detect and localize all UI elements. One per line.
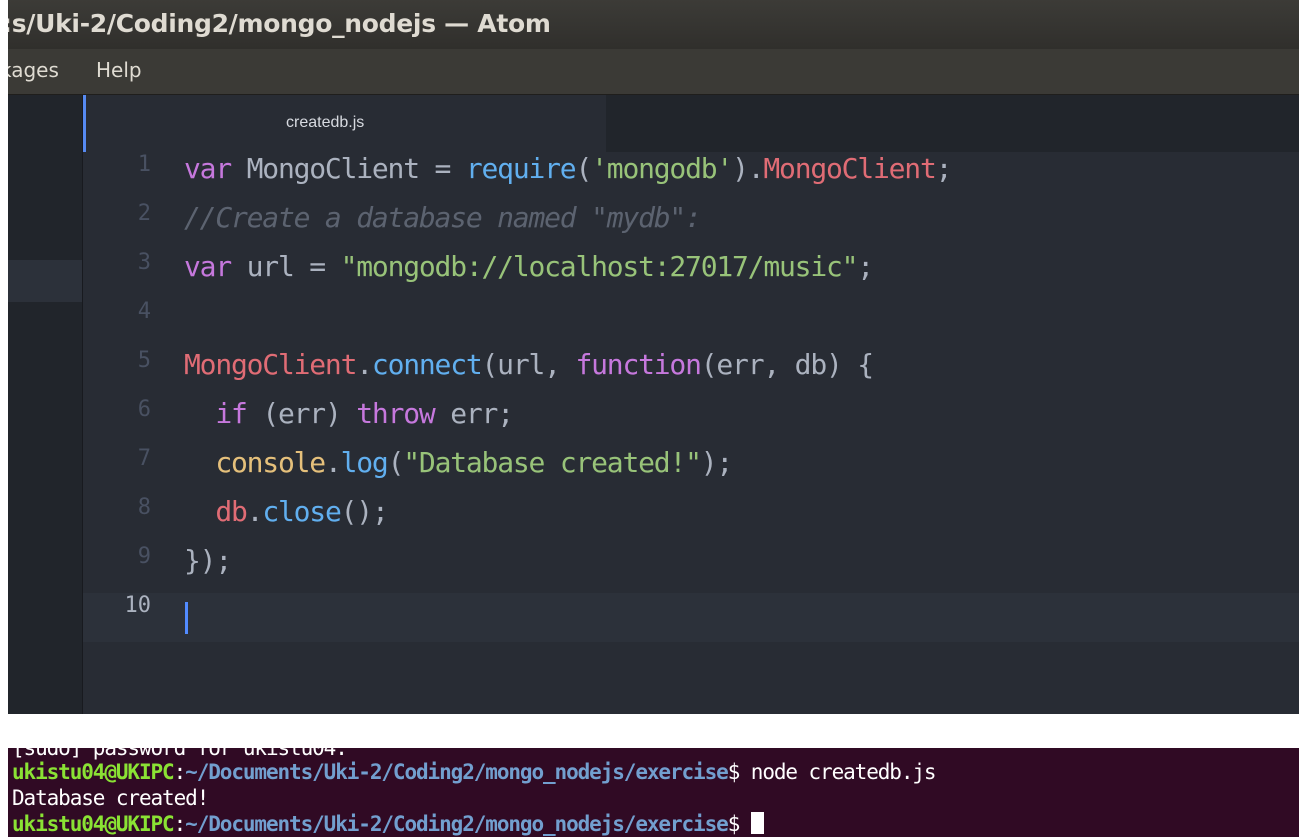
- code-token: connect: [371, 348, 483, 381]
- code-line[interactable]: 10: [83, 593, 1299, 642]
- code-token: "mongodb://localhost:27017/music": [340, 250, 859, 283]
- code-token: var: [184, 152, 232, 185]
- code-token: function: [575, 348, 701, 381]
- line-number: 1: [137, 152, 151, 177]
- terminal[interactable]: [sudo] password for ukistu04: ukistu04@U…: [8, 748, 1299, 837]
- line-number: 8: [137, 495, 151, 520]
- code-text: MongoClient.connect(url, function(err, d…: [184, 348, 874, 397]
- line-number: 4: [137, 299, 151, 324]
- tree-view[interactable]: [8, 95, 83, 714]
- code-token: db: [215, 495, 248, 528]
- code-line[interactable]: 7 console.log("Database created!");: [83, 446, 1299, 495]
- line-number: 2: [137, 201, 151, 226]
- atom-window: :s/Uki-2/Coding2/mongo_nodejs — Atom kag…: [8, 0, 1299, 714]
- code-text: db.close();: [184, 495, 388, 544]
- title-bar: :s/Uki-2/Coding2/mongo_nodejs — Atom: [8, 0, 1299, 49]
- terminal-line-prompt: ukistu04@UKIPC:~/Documents/Uki-2/Coding2…: [12, 812, 764, 836]
- code-token: MongoClient: [763, 152, 936, 185]
- tab-label: createdb.js: [286, 114, 365, 131]
- code-token: (err, db) {: [700, 348, 874, 381]
- code-token: var: [184, 250, 232, 283]
- terminal-command: node createdb.js: [750, 760, 937, 784]
- code-token: MongoClient =: [230, 152, 466, 185]
- code-token: .: [246, 495, 264, 528]
- prompt2-separator: :: [173, 812, 187, 836]
- code-line[interactable]: 2 //Create a database named "mydb":: [83, 201, 1299, 250]
- code-token: 'mongodb': [591, 152, 733, 185]
- code-token: );: [700, 446, 734, 479]
- code-token: .: [356, 348, 373, 381]
- code-editor[interactable]: 1 var MongoClient = require('mongodb').Mo…: [83, 152, 1299, 714]
- code-token: err;: [434, 397, 514, 430]
- terminal-cursor: [750, 812, 764, 834]
- code-text: console.log("Database created!");: [184, 446, 734, 495]
- code-line[interactable]: 3 var url = "mongodb://localhost:27017/mu…: [83, 250, 1299, 299]
- window-title: :s/Uki-2/Coding2/mongo_nodejs — Atom: [8, 9, 551, 38]
- code-text: });: [184, 544, 232, 593]
- code-token: ).: [732, 152, 765, 185]
- code-token: ();: [340, 495, 389, 528]
- code-token: (: [575, 152, 592, 185]
- prompt-dollar: $: [727, 760, 751, 784]
- code-line[interactable]: 6 if (err) throw err;: [83, 397, 1299, 446]
- line-number: 5: [137, 348, 151, 373]
- code-token: ;: [935, 152, 953, 185]
- prompt-separator: :: [173, 760, 187, 784]
- menu-bar: kages Help: [8, 49, 1299, 95]
- code-token: "Database created!": [403, 446, 702, 479]
- line-number: 3: [137, 250, 151, 275]
- prompt2-dollar: $: [727, 812, 751, 836]
- code-line[interactable]: 1 var MongoClient = require('mongodb').Mo…: [83, 152, 1299, 201]
- tab-createdb[interactable]: createdb.js: [83, 95, 606, 152]
- line-number: 7: [137, 446, 151, 471]
- terminal-line-sudo: [sudo] password for ukistu04:: [12, 748, 348, 760]
- code-token: require: [465, 152, 577, 185]
- code-token: ;: [857, 250, 874, 283]
- menu-help[interactable]: Help: [96, 58, 142, 82]
- code-token: if: [215, 397, 248, 430]
- code-token: MongoClient: [184, 348, 357, 381]
- code-token: (err): [246, 397, 357, 430]
- code-token: close: [262, 495, 342, 528]
- code-token: url =: [230, 250, 341, 283]
- tree-selected-item[interactable]: [8, 260, 82, 302]
- line-number: 10: [124, 593, 152, 618]
- code-token: .: [324, 446, 342, 479]
- terminal-output: Database created!: [12, 786, 209, 810]
- code-text: var MongoClient = require('mongodb').Mon…: [184, 152, 953, 201]
- terminal-line-command: ukistu04@UKIPC:~/Documents/Uki-2/Coding2…: [12, 760, 937, 784]
- code-token: //Create a database named "mydb":: [184, 201, 702, 234]
- line-number: 6: [137, 397, 151, 422]
- code-line[interactable]: 4: [83, 299, 1299, 348]
- code-token: log: [340, 446, 389, 479]
- code-line[interactable]: 8 db.close();: [83, 495, 1299, 544]
- prompt-user: ukistu04@UKIPC: [12, 760, 175, 784]
- line-number: 9: [137, 544, 151, 569]
- menu-packages[interactable]: kages: [8, 58, 59, 82]
- code-token: throw: [356, 397, 436, 430]
- code-text: //Create a database named "mydb":: [184, 201, 702, 250]
- code-text: var url = "mongodb://localhost:27017/mus…: [184, 250, 874, 299]
- code-token: (: [387, 446, 405, 479]
- code-line[interactable]: 9});: [83, 544, 1299, 593]
- prompt2-user: ukistu04@UKIPC: [12, 812, 175, 836]
- code-token: (url,: [481, 348, 576, 381]
- code-token: });: [184, 544, 232, 577]
- tab-bar: createdb.js: [83, 95, 1299, 152]
- code-text: if (err) throw err;: [184, 397, 514, 446]
- code-line[interactable]: 5 MongoClient.connect(url, function(err, …: [83, 348, 1299, 397]
- prompt2-path: ~/Documents/Uki-2/Coding2/mongo_nodejs/e…: [185, 812, 729, 836]
- code-token: console: [215, 446, 326, 479]
- prompt-path: ~/Documents/Uki-2/Coding2/mongo_nodejs/e…: [185, 760, 729, 784]
- text-cursor: [185, 602, 188, 634]
